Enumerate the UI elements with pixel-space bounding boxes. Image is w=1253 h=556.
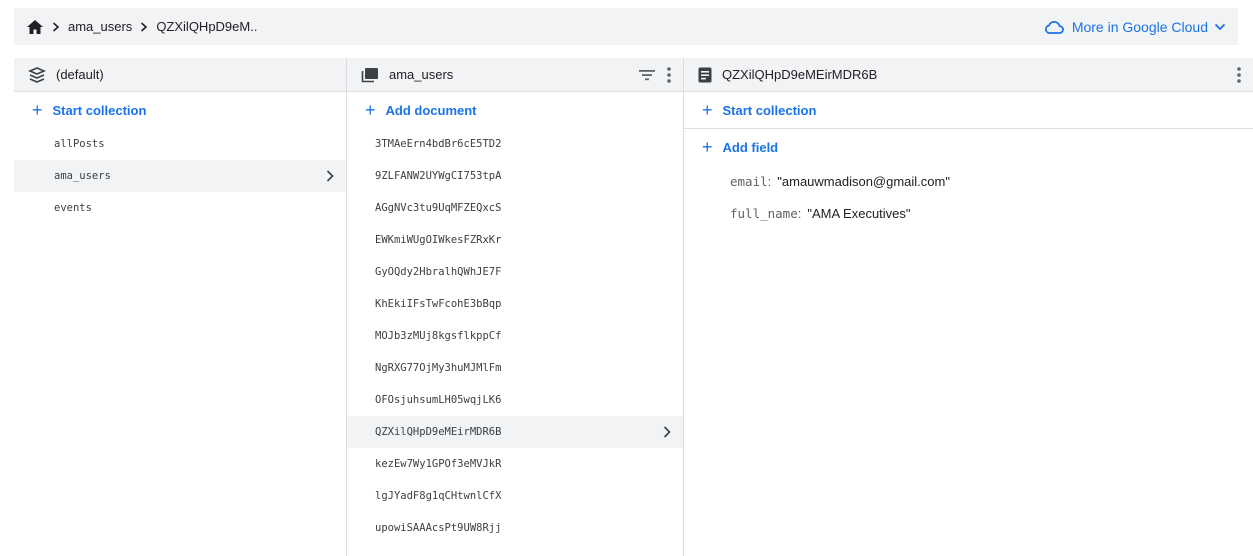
breadcrumb-trail: ama_users QZXilQHpD9eM..	[26, 19, 1044, 35]
document-item[interactable]: kezEw7Wy1GPOf3eMVJkR	[347, 448, 683, 480]
field-key: email	[730, 173, 768, 189]
document-item-label: 9ZLFANW2UYWgCI753tpA	[375, 170, 502, 182]
start-subcollection-button[interactable]: + Start collection	[684, 92, 1253, 128]
document-item-label: AGgNVc3tu9UqMFZEQxcS	[375, 202, 502, 214]
document-item[interactable]: MOJb3zMUj8kgsflkppCf	[347, 320, 683, 352]
field-row[interactable]: email: "amauwmadison@gmail.com"	[684, 165, 1253, 197]
document-item-label: QZXilQHpD9eMEirMDR6B	[375, 426, 502, 438]
home-icon[interactable]	[26, 19, 44, 35]
more-in-google-cloud-button[interactable]: More in Google Cloud	[1044, 19, 1226, 35]
database-panel: (default) + Start collection allPosts ama…	[14, 58, 347, 556]
breadcrumb-item-document[interactable]: QZXilQHpD9eM..	[156, 19, 257, 34]
document-item[interactable]: EWKmiWUgOIWkesFZRxKr	[347, 224, 683, 256]
document-item[interactable]: QZXilQHpD9eMEirMDR6B	[347, 416, 683, 448]
more-vert-icon[interactable]	[667, 66, 671, 83]
document-item[interactable]: upowiSAAAcsPt9UW8Rjj	[347, 512, 683, 544]
chevron-down-icon	[1214, 23, 1226, 31]
document-item-label: 3TMAeErn4bdBr6cE5TD2	[375, 138, 502, 150]
document-item[interactable]: 9ZLFANW2UYWgCI753tpA	[347, 160, 683, 192]
field-separator: :	[797, 205, 802, 221]
add-field-button[interactable]: + Add field	[684, 129, 1253, 165]
chevron-right-icon	[52, 21, 60, 32]
add-field-label: Add field	[722, 139, 779, 155]
document-panel-header: QZXilQHpD9eMEirMDR6B	[684, 58, 1253, 92]
document-item-label: KhEkiIFsTwFcohE3bBqp	[375, 298, 502, 310]
field-row[interactable]: full_name: "AMA Executives"	[684, 197, 1253, 229]
collection-item-label: events	[54, 202, 92, 214]
document-item[interactable]: NgRXG77OjMy3huMJMlFm	[347, 352, 683, 384]
start-collection-button[interactable]: + Start collection	[14, 92, 346, 128]
breadcrumb-item-collection[interactable]: ama_users	[68, 19, 132, 34]
document-icon	[698, 67, 712, 83]
document-item[interactable]: OFOsjuhsumLH05wqjLK6	[347, 384, 683, 416]
plus-icon: +	[702, 137, 713, 157]
chevron-right-icon	[663, 426, 671, 438]
plus-icon: +	[702, 100, 713, 120]
database-icon	[28, 66, 46, 83]
collection-item[interactable]: events	[14, 192, 346, 224]
more-in-google-cloud-label: More in Google Cloud	[1071, 18, 1208, 35]
chevron-right-icon	[326, 170, 334, 182]
document-list: 3TMAeErn4bdBr6cE5TD2 9ZLFANW2UYWgCI753tpA…	[347, 128, 683, 544]
cloud-icon	[1044, 20, 1064, 34]
field-key: full_name	[730, 205, 798, 221]
field-value: "AMA Executives"	[807, 205, 911, 221]
database-panel-header: (default)	[14, 58, 346, 92]
collection-item[interactable]: ama_users	[14, 160, 346, 192]
document-item[interactable]: 3TMAeErn4bdBr6cE5TD2	[347, 128, 683, 160]
document-item-label: GyOQdy2HbralhQWhJE7F	[375, 266, 502, 278]
document-item-label: kezEw7Wy1GPOf3eMVJkR	[375, 458, 502, 470]
field-value: "amauwmadison@gmail.com"	[777, 173, 950, 189]
plus-icon: +	[32, 100, 43, 120]
document-item[interactable]: AGgNVc3tu9UqMFZEQxcS	[347, 192, 683, 224]
document-item-label: NgRXG77OjMy3huMJMlFm	[375, 362, 502, 374]
document-item[interactable]: lgJYadF8g1qCHtwnlCfX	[347, 480, 683, 512]
chevron-right-icon	[140, 21, 148, 32]
collection-panel-header: ama_users	[347, 58, 683, 92]
document-panel: QZXilQHpD9eMEirMDR6B + Start collection …	[684, 58, 1253, 556]
document-item-label: MOJb3zMUj8kgsflkppCf	[375, 330, 502, 342]
database-title: (default)	[56, 67, 104, 82]
breadcrumb: ama_users QZXilQHpD9eM.. More in Google …	[14, 8, 1238, 45]
collection-item[interactable]: allPosts	[14, 128, 346, 160]
add-document-button[interactable]: + Add document	[347, 92, 683, 128]
collection-icon	[361, 67, 379, 83]
document-item[interactable]: GyOQdy2HbralhQWhJE7F	[347, 256, 683, 288]
document-title: QZXilQHpD9eMEirMDR6B	[722, 67, 878, 82]
collection-panel: ama_users + Add document 3TMAeErn4bdBr6c…	[347, 58, 684, 556]
field-separator: :	[767, 173, 772, 189]
filter-icon[interactable]	[639, 69, 655, 81]
collection-list: allPosts ama_usersevents	[14, 128, 346, 224]
collection-title: ama_users	[389, 67, 454, 82]
document-item-label: OFOsjuhsumLH05wqjLK6	[375, 394, 502, 406]
more-vert-icon[interactable]	[1237, 66, 1241, 83]
plus-icon: +	[365, 100, 376, 120]
collection-item-label: ama_users	[54, 170, 111, 182]
document-item-label: lgJYadF8g1qCHtwnlCfX	[375, 490, 502, 502]
start-collection-label: Start collection	[52, 102, 147, 118]
document-item-label: EWKmiWUgOIWkesFZRxKr	[375, 234, 502, 246]
add-document-label: Add document	[385, 102, 477, 118]
document-item-label: upowiSAAAcsPt9UW8Rjj	[375, 522, 502, 534]
field-list: email: "amauwmadison@gmail.com" full_name:…	[684, 165, 1253, 229]
start-subcollection-label: Start collection	[722, 102, 817, 118]
document-item[interactable]: KhEkiIFsTwFcohE3bBqp	[347, 288, 683, 320]
collection-item-label: allPosts	[54, 138, 105, 150]
